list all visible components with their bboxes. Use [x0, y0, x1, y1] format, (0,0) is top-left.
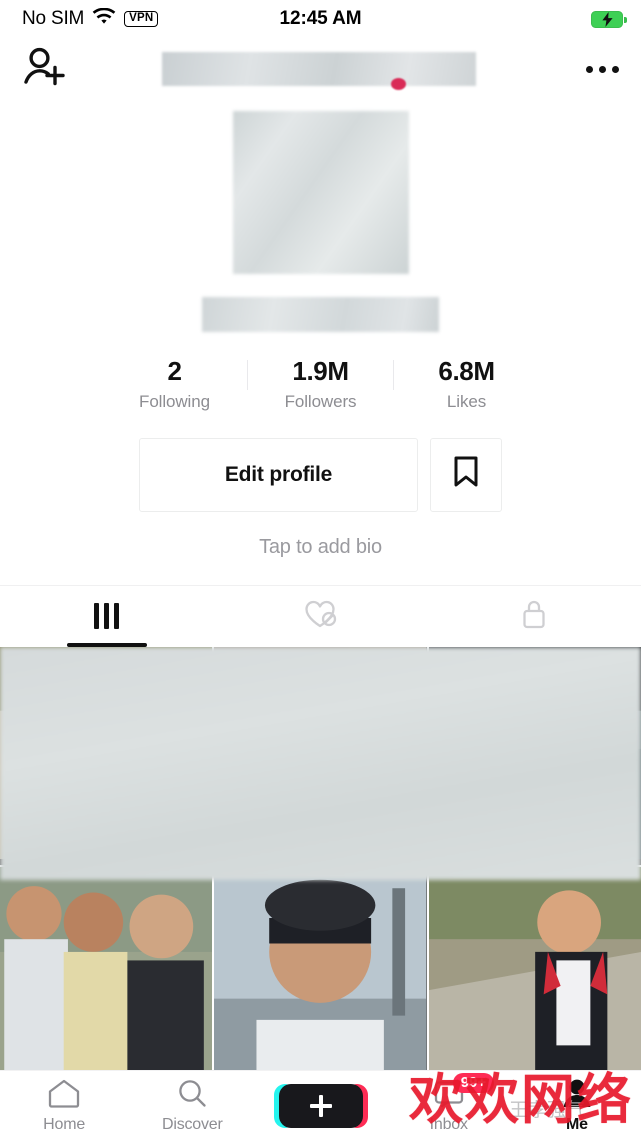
- plus-horizontal: [310, 1104, 332, 1108]
- nav-label-discover: Discover: [162, 1116, 223, 1134]
- profile-actions: Edit profile: [139, 438, 502, 512]
- nav-item-discover[interactable]: Discover: [128, 1078, 256, 1134]
- following-count: 2: [167, 356, 181, 387]
- following-label: Following: [139, 392, 210, 412]
- three-dots-icon[interactable]: [586, 66, 619, 73]
- notification-dot: [391, 78, 406, 90]
- add-person-icon[interactable]: [22, 45, 70, 94]
- vpn-badge: VPN: [124, 11, 158, 27]
- battery-charging-icon: [591, 11, 623, 28]
- status-bar-left: No SIM VPN: [22, 8, 158, 31]
- video-grid-container: 513.5K 125.1K: [0, 647, 641, 1070]
- heart-slash-icon: [303, 598, 339, 635]
- followers-label: Followers: [285, 392, 357, 412]
- content-redaction-overlay: [0, 647, 641, 880]
- bookmark-button[interactable]: [430, 438, 502, 512]
- video-cell[interactable]: [0, 867, 212, 1070]
- inbox-badge: 99+: [453, 1073, 494, 1094]
- tab-private[interactable]: [427, 586, 641, 647]
- profile-header: [0, 38, 641, 100]
- home-icon: [47, 1078, 81, 1113]
- avatar[interactable]: [233, 111, 409, 274]
- bio-placeholder[interactable]: Tap to add bio: [259, 536, 382, 559]
- handle-redacted: [202, 297, 439, 332]
- grid-icon: [94, 603, 119, 629]
- tab-liked[interactable]: [214, 586, 428, 647]
- nav-label-me: Me: [566, 1116, 588, 1134]
- stat-following[interactable]: 2 Following: [102, 356, 247, 412]
- edit-profile-button[interactable]: Edit profile: [139, 438, 418, 512]
- nav-label-inbox: Inbox: [430, 1116, 468, 1134]
- username-redacted: [162, 52, 476, 86]
- bookmark-icon: [453, 456, 479, 493]
- stat-likes[interactable]: 6.8M Likes: [394, 356, 539, 412]
- carrier-label: No SIM: [22, 8, 84, 30]
- dot-3: [612, 66, 619, 73]
- status-bar: No SIM VPN 12:45 AM: [0, 0, 641, 38]
- plus-create-icon[interactable]: [279, 1084, 363, 1128]
- video-cell[interactable]: [429, 867, 641, 1070]
- dot-1: [586, 66, 593, 73]
- nav-label-home: Home: [43, 1116, 85, 1134]
- lock-icon: [520, 598, 548, 635]
- nav-item-inbox[interactable]: Inbox 99+: [385, 1078, 513, 1134]
- status-bar-right: [591, 11, 623, 28]
- profile-section: 2 Following 1.9M Followers 6.8M Likes Ed…: [0, 100, 641, 559]
- likes-count: 6.8M: [438, 356, 494, 387]
- video-cell[interactable]: [214, 867, 426, 1070]
- person-icon: [560, 1078, 594, 1113]
- tab-videos[interactable]: [0, 586, 214, 647]
- bottom-navigation: Home Discover I: [0, 1070, 641, 1140]
- wifi-icon: [92, 8, 116, 31]
- tiktok-profile-screen: No SIM VPN 12:45 AM: [0, 0, 641, 1140]
- stat-followers[interactable]: 1.9M Followers: [248, 356, 393, 412]
- nav-item-create[interactable]: [256, 1084, 384, 1128]
- likes-label: Likes: [447, 392, 486, 412]
- dot-2: [599, 66, 606, 73]
- followers-count: 1.9M: [292, 356, 348, 387]
- nav-item-me[interactable]: Me: [513, 1078, 641, 1134]
- profile-stats: 2 Following 1.9M Followers 6.8M Likes: [102, 356, 539, 412]
- nav-item-home[interactable]: Home: [0, 1078, 128, 1134]
- search-icon: [175, 1078, 209, 1113]
- profile-tabs: [0, 585, 641, 647]
